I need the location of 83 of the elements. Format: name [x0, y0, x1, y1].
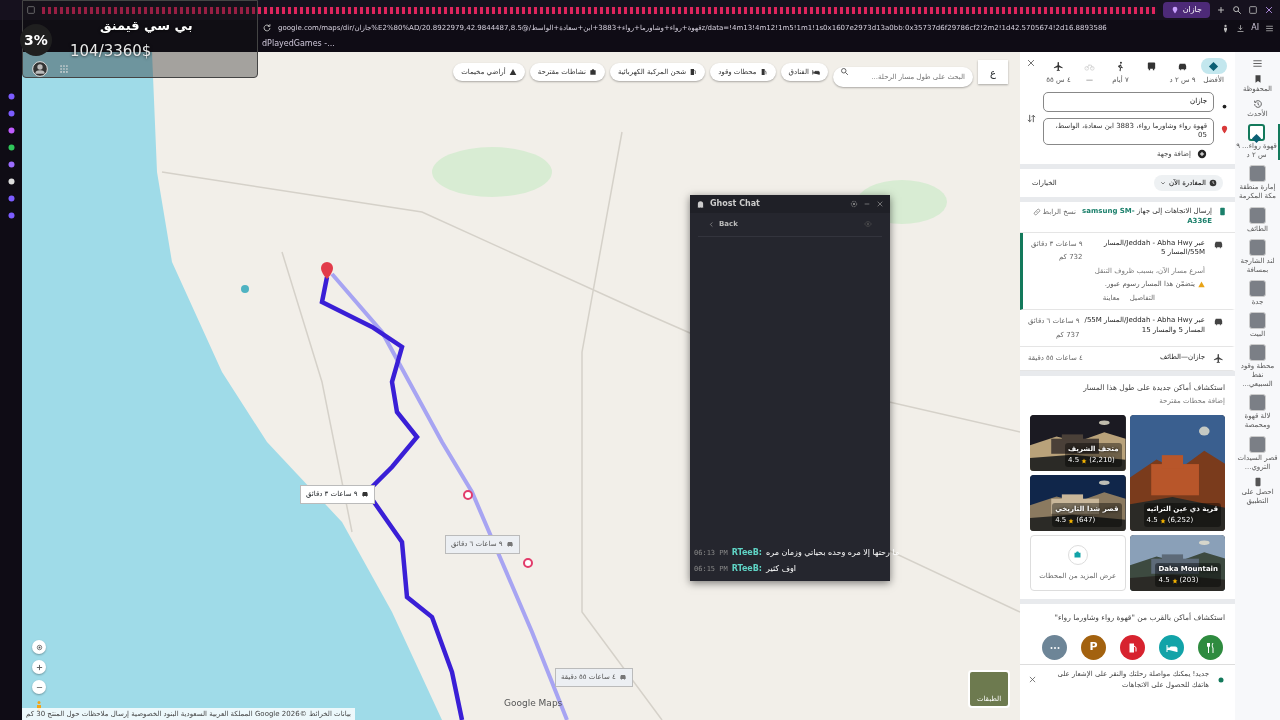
new-tab-icon: [1216, 5, 1226, 15]
car-icon: [618, 673, 627, 682]
back-icon: [708, 220, 715, 228]
star-icon: [1159, 517, 1166, 524]
close-icon: [1028, 675, 1037, 685]
close-icon: [1026, 58, 1036, 68]
airplane-icon: [1213, 353, 1224, 365]
restaurant-category-button[interactable]: [1198, 635, 1223, 661]
plus-icon: [34, 662, 44, 672]
tab-strip-drawing[interactable]: [42, 6, 1157, 14]
waypoint-marker[interactable]: [523, 558, 533, 568]
star-icon: [1081, 457, 1088, 464]
star-icon: [1068, 517, 1075, 524]
waypoint-marker[interactable]: [463, 490, 473, 500]
menu-icon: [1252, 58, 1263, 69]
message-author: RTeeB:: [731, 563, 763, 575]
link-icon: [1032, 208, 1041, 217]
camera-icon: [1073, 550, 1083, 560]
window-icon: [1248, 5, 1258, 15]
reload-icon: [262, 23, 272, 33]
language-selector[interactable]: ع: [978, 60, 1008, 84]
phone-icon: [1218, 207, 1227, 217]
destination-pin-icon[interactable]: [321, 262, 333, 279]
walking-person-icon: [1115, 60, 1126, 72]
avatar-icon: [32, 61, 48, 77]
close-icon: [1264, 5, 1274, 15]
car-icon: [360, 490, 369, 499]
menu-icon: [1265, 23, 1274, 33]
bus-icon: [1146, 60, 1157, 72]
fuel-pump-icon: [759, 68, 768, 76]
place-thumbnail: [1249, 206, 1266, 224]
caret-icon: [1159, 179, 1166, 186]
place-marker[interactable]: [241, 285, 249, 293]
destination-pin-icon: [1220, 125, 1229, 135]
settings-icon: [850, 200, 858, 208]
bed-icon: [812, 68, 820, 76]
message-text: اوف كثير: [766, 563, 797, 575]
charging-station-icon: [689, 68, 698, 76]
browser-tab[interactable]: جازان: [1162, 2, 1210, 18]
gas-category-button[interactable]: [1120, 635, 1145, 661]
message-author: RTeeB:: [731, 547, 763, 559]
map-pin-icon: [1170, 6, 1179, 14]
locate-icon: [34, 642, 44, 652]
car-icon: [1213, 316, 1224, 328]
search-icon: [840, 67, 849, 76]
hotel-category-button[interactable]: [1159, 635, 1184, 661]
place-thumbnail: [1249, 394, 1266, 412]
star-icon: [1171, 577, 1178, 584]
car-icon: [505, 540, 514, 549]
diamond-route-icon: [1208, 60, 1219, 72]
ghost-icon: [696, 199, 705, 209]
search-icon: [1232, 5, 1242, 15]
goal-counter: 104/3360$: [70, 41, 152, 62]
fork-knife-icon: [1204, 641, 1217, 654]
parking-category-button[interactable]: P: [1081, 635, 1106, 661]
place-thumbnail: [1249, 165, 1266, 183]
warning-icon: [1198, 280, 1205, 288]
close-icon: [876, 200, 884, 208]
clock-icon: [1209, 178, 1217, 187]
tent-icon: [508, 68, 517, 76]
minimize-icon: [863, 200, 871, 208]
place-thumbnail: [1249, 344, 1266, 362]
place-thumbnail: [1249, 435, 1266, 453]
ai-button[interactable]: AI: [1251, 22, 1259, 34]
more-category-button[interactable]: [1042, 635, 1067, 661]
apps-grid-icon: [59, 64, 69, 74]
place-thumbnail: [1249, 238, 1266, 256]
airplane-icon: [1053, 60, 1064, 72]
place-thumbnail: [1249, 279, 1266, 297]
history-icon: [1252, 99, 1263, 110]
bookmark-link[interactable]: dPlayedGames -...: [262, 38, 335, 50]
download-icon: [1236, 23, 1246, 33]
eye-icon: [864, 220, 872, 229]
tab-icon: [26, 5, 36, 15]
diamond-route-icon: [1251, 133, 1262, 145]
add-icon: [1197, 149, 1207, 160]
place-thumbnail: [1249, 311, 1266, 329]
chat-title: Ghost Chat: [710, 198, 761, 210]
message-text: ما رحتها إلا مره وحده بحياتي وزمان مره: [766, 547, 900, 559]
map-brand: Google Maps: [504, 696, 563, 710]
camera-icon: [588, 68, 597, 76]
swap-icon: [1026, 112, 1037, 124]
stream-title: بي سي قيمنق: [100, 17, 193, 35]
